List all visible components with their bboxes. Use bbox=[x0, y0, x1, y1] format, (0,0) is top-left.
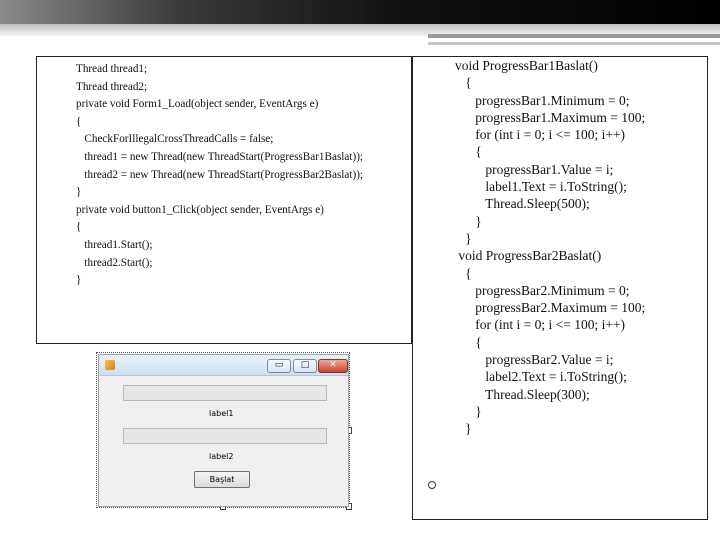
code-line: } bbox=[76, 186, 82, 199]
code-line: } bbox=[455, 213, 482, 229]
slide-accent-line-2 bbox=[428, 42, 720, 45]
code-line: { bbox=[455, 144, 482, 160]
code-line: } bbox=[455, 403, 482, 419]
code-line: progressBar2.Value = i; bbox=[455, 352, 614, 368]
app-icon bbox=[105, 360, 115, 370]
code-line: void ProgressBar2Baslat() bbox=[455, 248, 602, 264]
left-code-listing: Thread thread1; Thread thread2; private … bbox=[76, 61, 363, 290]
code-line: progressBar1.Minimum = 0; bbox=[455, 92, 630, 108]
start-button[interactable]: Başlat bbox=[194, 471, 250, 488]
code-line: progressBar2.Maximum = 100; bbox=[455, 300, 646, 316]
code-line: Thread.Sleep(500); bbox=[455, 196, 590, 212]
close-button[interactable]: ✕ bbox=[318, 359, 348, 373]
code-line: { bbox=[455, 75, 472, 91]
right-code-box: void ProgressBar1Baslat() { progressBar1… bbox=[412, 56, 708, 520]
code-line: private void button1_Click(object sender… bbox=[76, 203, 324, 216]
code-line: private void Form1_Load(object sender, E… bbox=[76, 98, 319, 111]
right-code-listing: void ProgressBar1Baslat() { progressBar1… bbox=[455, 57, 645, 438]
form-window: ▭ □ ✕ label1 label2 Başlat bbox=[98, 354, 349, 507]
progress-bar-2 bbox=[123, 428, 327, 444]
code-line: progressBar1.Value = i; bbox=[455, 161, 614, 177]
code-line: progressBar2.Minimum = 0; bbox=[455, 282, 630, 298]
code-line: thread1.Start(); bbox=[76, 238, 153, 251]
code-line: { bbox=[455, 334, 482, 350]
code-line: for (int i = 0; i <= 100; i++) bbox=[455, 317, 626, 333]
code-line: thread2.Start(); bbox=[76, 256, 153, 269]
left-code-box: Thread thread1; Thread thread2; private … bbox=[36, 56, 412, 344]
window-title-bar[interactable]: ▭ □ ✕ bbox=[99, 355, 348, 376]
code-line: void ProgressBar1Baslat() bbox=[455, 58, 598, 73]
code-line: { bbox=[76, 221, 82, 234]
code-line: Thread thread2; bbox=[76, 80, 148, 93]
code-line: } bbox=[76, 274, 82, 287]
code-line: thread1 = new Thread(new ThreadStart(Pro… bbox=[76, 150, 364, 163]
code-line: { bbox=[455, 265, 472, 281]
minimize-button[interactable]: ▭ bbox=[267, 359, 291, 373]
code-line: label2.Text = i.ToString(); bbox=[455, 369, 627, 385]
bullet-icon bbox=[428, 481, 436, 489]
label-1: label1 bbox=[209, 409, 234, 418]
code-line: } bbox=[455, 421, 472, 437]
progress-bar-1 bbox=[123, 385, 327, 401]
label-2: label2 bbox=[209, 452, 234, 461]
slide-top-bar bbox=[0, 0, 720, 24]
code-line: CheckForIllegalCrossThreadCalls = false; bbox=[76, 133, 274, 146]
code-line: { bbox=[76, 115, 82, 128]
code-line: Thread.Sleep(300); bbox=[455, 386, 590, 402]
code-line: Thread thread1; bbox=[76, 63, 148, 75]
code-line: thread2 = new Thread(new ThreadStart(Pro… bbox=[76, 168, 364, 181]
code-line: } bbox=[455, 230, 472, 246]
code-line: for (int i = 0; i <= 100; i++) bbox=[455, 127, 626, 143]
code-line: label1.Text = i.ToString(); bbox=[455, 179, 627, 195]
slide-accent-line bbox=[428, 34, 720, 38]
code-line: progressBar1.Maximum = 100; bbox=[455, 109, 646, 125]
maximize-button[interactable]: □ bbox=[293, 359, 317, 373]
